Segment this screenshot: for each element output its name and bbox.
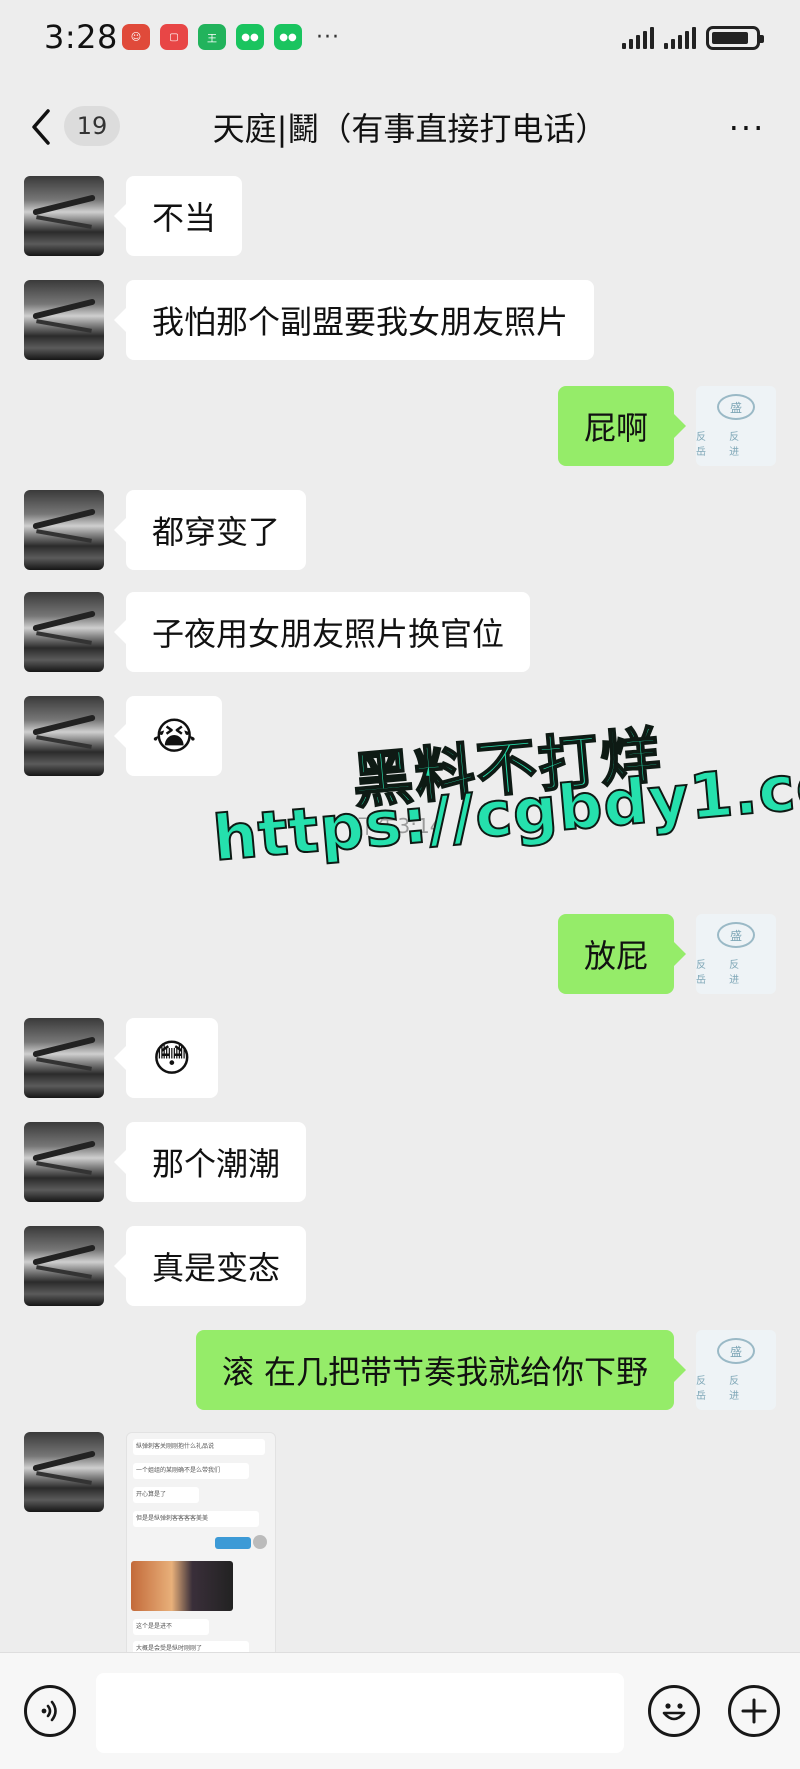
smiley-icon — [662, 1703, 686, 1721]
battery-icon — [706, 26, 764, 50]
message-bubble[interactable]: 放屁 — [557, 914, 687, 994]
shared-screenshot-image[interactable]: 纵弹刺客关刚刚抱什么礼品说 一个姐组的某刚确不是么带我们 开心算是了 但是是纵弹… — [126, 1432, 276, 1652]
system-status-icons — [622, 26, 764, 50]
emoji-button[interactable] — [648, 1685, 700, 1737]
message-row: 都穿变了 — [0, 490, 800, 570]
screenshot-game-image — [131, 1561, 233, 1611]
message-list[interactable]: 不当 我怕那个副盟要我女朋友照片 盛 反 反 岳 进 屁啊 都穿变了 子夜用女朋… — [0, 172, 800, 1652]
message-bubble[interactable]: 我怕那个副盟要我女朋友照片 — [113, 280, 595, 360]
chevron-left-icon — [32, 109, 50, 145]
screenshot-text-line: 但是是纵弹刺客客客客美美 — [133, 1511, 259, 1527]
notification-icons: ☺ ▢ 王 ●● ●● ··· — [122, 24, 340, 50]
voice-icon — [41, 1700, 57, 1722]
message-bubble[interactable]: 子夜用女朋友照片换官位 — [113, 592, 531, 672]
contact-avatar[interactable] — [24, 1018, 104, 1098]
message-row: 我怕那个副盟要我女朋友照片 — [0, 280, 800, 360]
seal-icon: 盛 — [717, 394, 755, 420]
message-row: 😳 — [0, 1018, 800, 1098]
unread-count-badge[interactable]: 19 — [64, 106, 120, 146]
chat-title: 天庭|鬭（有事直接打电话） — [212, 110, 608, 148]
flushed-emoji: 😳 — [152, 1036, 192, 1080]
green-app-icon: 王 — [198, 24, 226, 50]
voice-input-button[interactable] — [24, 1685, 76, 1737]
signal-icon — [622, 27, 654, 49]
avatar-signature: 反 反 岳 进 — [696, 960, 750, 986]
status-time: 3:28 — [44, 18, 118, 56]
message-bubble[interactable]: 😭 — [113, 696, 223, 776]
more-options-button[interactable]: ··· — [722, 109, 772, 147]
crying-emoji: 😭 — [152, 714, 197, 758]
plus-icon — [741, 1698, 767, 1724]
message-row: 😭 — [0, 696, 800, 776]
my-avatar[interactable]: 盛 反 反 岳 进 — [696, 386, 776, 466]
avatar-signature: 反 反 岳 进 — [696, 1376, 750, 1402]
screenshot-text-line: 纵弹刺客关刚刚抱什么礼品说 — [133, 1439, 265, 1455]
signal-icon — [664, 27, 696, 49]
message-bubble[interactable]: 都穿变了 — [113, 490, 307, 570]
message-row: 真是变态 — [0, 1226, 800, 1306]
contact-avatar[interactable] — [24, 1432, 104, 1512]
message-bubble[interactable]: 不当 — [113, 176, 243, 256]
message-bubble[interactable]: 那个潮潮 — [113, 1122, 307, 1202]
contact-avatar[interactable] — [24, 696, 104, 776]
contact-avatar[interactable] — [24, 1122, 104, 1202]
more-functions-button[interactable] — [728, 1685, 780, 1737]
seal-icon: 盛 — [717, 1338, 755, 1364]
message-bubble[interactable]: 真是变态 — [113, 1226, 307, 1306]
contact-avatar[interactable] — [24, 1226, 104, 1306]
more-notifications-indicator: ··· — [316, 24, 340, 50]
contact-avatar[interactable] — [24, 280, 104, 360]
screenshot-text-line: 一个姐组的某刚确不是么带我们 — [133, 1463, 249, 1479]
message-timestamp: 下午3:14 — [357, 814, 443, 838]
screenshot-text-line: 开心算是了 — [133, 1487, 199, 1503]
wechat-icon: ●● — [236, 24, 264, 50]
red-app-icon: ▢ — [160, 24, 188, 50]
message-row: 纵弹刺客关刚刚抱什么礼品说 一个姐组的某刚确不是么带我们 开心算是了 但是是纵弹… — [0, 1432, 800, 1652]
contact-avatar[interactable] — [24, 592, 104, 672]
screenshot-text-line: 这个是是进不 — [133, 1619, 209, 1635]
game-character-icon: ☺ — [122, 24, 150, 50]
my-avatar[interactable]: 盛 反 反 岳 进 — [696, 914, 776, 994]
screenshot-sent-bubble — [215, 1537, 251, 1549]
contact-avatar[interactable] — [24, 176, 104, 256]
input-bar — [0, 1652, 800, 1769]
message-bubble[interactable]: 😳 — [114, 1018, 218, 1098]
chat-header: 19 天庭|鬭（有事直接打电话） ··· — [0, 82, 800, 172]
message-bubble[interactable]: 屁啊 — [557, 386, 687, 466]
contact-avatar[interactable] — [24, 490, 104, 570]
wechat-icon: ●● — [274, 24, 302, 50]
message-row: 那个潮潮 — [0, 1122, 800, 1202]
seal-icon: 盛 — [717, 922, 755, 948]
message-bubble[interactable]: 滚 在几把带节奏我就给你下野 — [195, 1330, 687, 1410]
screenshot-avatar — [253, 1535, 267, 1549]
avatar-signature: 反 反 岳 进 — [696, 432, 750, 458]
ellipsis-icon: ··· — [728, 109, 766, 147]
screenshot-text-line: 大概是会受是纵时刚刚了 — [133, 1641, 249, 1652]
message-row: 不当 — [0, 176, 800, 256]
status-bar: 3:28 ☺ ▢ 王 ●● ●● ··· — [0, 0, 800, 82]
message-input[interactable] — [96, 1673, 624, 1753]
message-row: 子夜用女朋友照片换官位 — [0, 592, 800, 672]
my-avatar[interactable]: 盛 反 反 岳 进 — [696, 1330, 776, 1410]
